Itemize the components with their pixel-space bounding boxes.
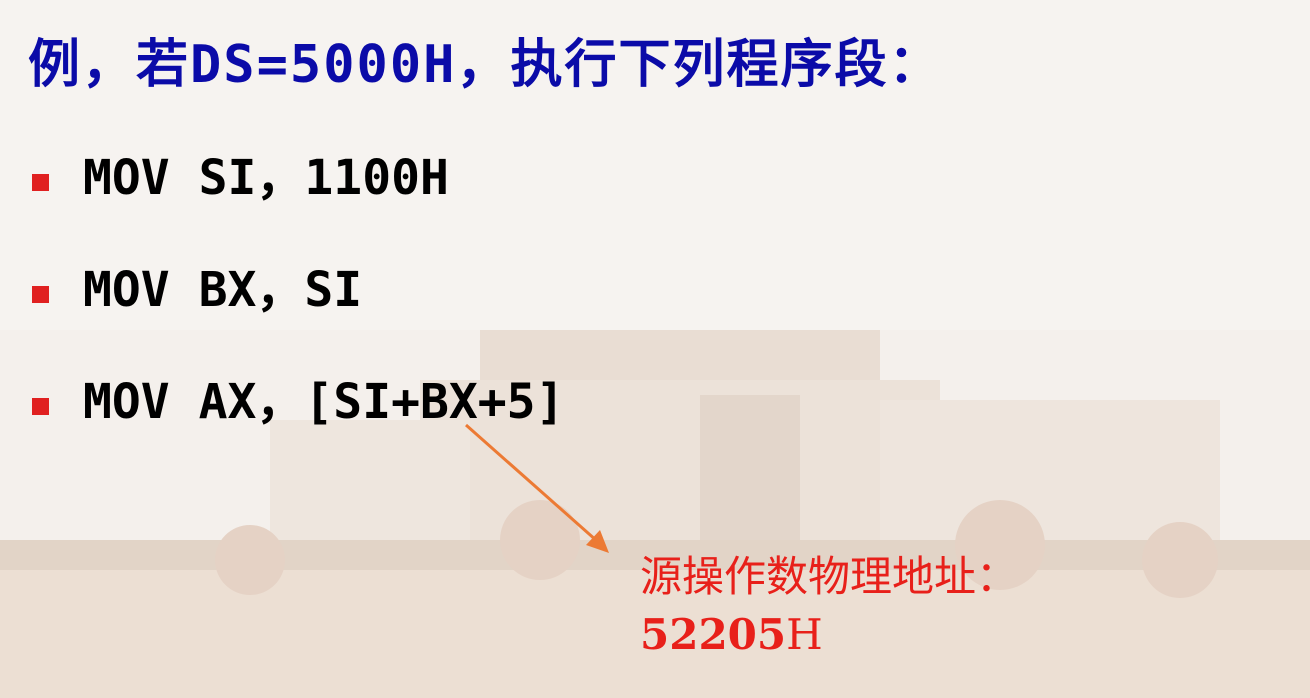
annotation-value-suffix: H	[786, 610, 823, 659]
annotation-value-number: 52205	[640, 610, 787, 659]
annotation-label: 源操作数物理地址：	[640, 552, 1019, 601]
physical-address-annotation: 源操作数物理地址： 52205H	[640, 548, 1018, 664]
annotation-value: 52205H	[640, 606, 1018, 664]
